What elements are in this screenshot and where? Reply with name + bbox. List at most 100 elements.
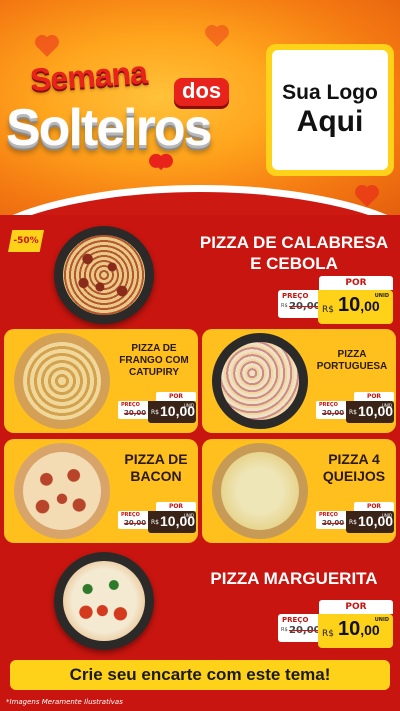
card-title: PIZZA PORTUGUESA (312, 349, 392, 373)
pizza-portuguesa-image (212, 333, 308, 429)
price-integer: 10 (338, 294, 361, 316)
price-preco-label: PREÇO (121, 512, 140, 518)
logo-inner: Sua Logo Aqui (272, 50, 388, 170)
new-price-box: R$ 10,00 UNID (346, 511, 394, 533)
price-currency: R$ (322, 629, 334, 639)
logo-text-line1: Sua Logo (282, 81, 378, 104)
price-por-label: POR (319, 600, 393, 614)
price-tag-calabresa: POR PREÇO R$ 20,00 R$ 10,00 UNID (278, 276, 393, 324)
product-card-bacon[interactable]: PIZZA DE BACON POR PREÇO 20,00 R$ 10,00 … (4, 439, 198, 543)
featured-title-calabresa: PIZZA DE CALABRESA E CEBOLA (196, 232, 392, 274)
pizza-surface (22, 341, 102, 421)
old-price-value: 20,00 (322, 409, 345, 417)
price-por-label: POR (319, 276, 393, 290)
old-price-box: PREÇO R$ 20,00 (278, 614, 321, 642)
price-tag: POR PREÇO 20,00 R$ 10,00 UNID (316, 502, 394, 534)
price-value: 10,00 (338, 618, 380, 641)
price-unit: UNID (381, 513, 392, 518)
old-price-box: PREÇO 20,00 (118, 401, 148, 419)
new-price-box: R$ 10,00 UNID (148, 511, 196, 533)
product-card-portuguesa[interactable]: PIZZA PORTUGUESA POR PREÇO 20,00 R$ 10,0… (202, 329, 396, 433)
pizza-frango-image (14, 333, 110, 429)
heart-icon (153, 155, 169, 171)
price-integer: 10 (338, 618, 361, 640)
price-currency: R$ (349, 409, 357, 416)
price-currency: R$ (151, 519, 159, 526)
price-preco-label: PREÇO (319, 512, 338, 518)
pizza-surface (63, 560, 145, 642)
price-unit: UNID (381, 403, 392, 408)
card-title: PIZZA DE FRANGO COM CATUPIRY (114, 343, 194, 379)
new-price-box: R$ 10,00 UNID (346, 401, 394, 423)
price-preco-label: PREÇO (319, 402, 338, 408)
disclaimer-footnote: *Imagens Meramente Ilustrativas (6, 698, 123, 706)
old-price-value: 20,00 (124, 519, 147, 527)
price-unit: UNID (183, 403, 194, 408)
cta-banner[interactable]: Crie seu encarte com este tema! (10, 660, 390, 690)
price-unit: UNID (183, 513, 194, 518)
price-tag: POR PREÇO 20,00 R$ 10,00 UNID (316, 392, 394, 424)
price-decimal: ,00 (360, 622, 380, 638)
pizza-surface (220, 451, 300, 531)
featured-title-line2: E CEBOLA (250, 254, 338, 273)
pizza-marguerita-image (54, 552, 154, 650)
pizza-bacon-image (14, 443, 110, 539)
pizza-4-queijos-image (212, 443, 308, 539)
product-card-4-queijos[interactable]: PIZZA 4 QUEIJOS POR PREÇO 20,00 R$ 10,00… (202, 439, 396, 543)
heart-icon (37, 37, 57, 57)
price-preco-label: PREÇO (282, 616, 309, 624)
card-title-line: PIZZA DE (131, 343, 177, 354)
pizza-surface (220, 341, 300, 421)
price-currency: R$ (349, 519, 357, 526)
card-title-line: PIZZA (337, 349, 367, 360)
price-preco-label: PREÇO (282, 292, 309, 300)
product-card-frango[interactable]: PIZZA DE FRANGO COM CATUPIRY POR PREÇO 2… (4, 329, 198, 433)
price-unit: UNID (374, 617, 389, 623)
pizza-surface (22, 451, 102, 531)
card-title-line: PIZZA DE (124, 451, 188, 467)
campaign-title: Semana dos Solteiros (6, 54, 262, 171)
price-currency: R$ (322, 305, 334, 315)
pizza-calabresa-image (54, 226, 154, 324)
title-semana: Semana (28, 53, 148, 99)
logo-text-line2: Aqui (296, 105, 364, 138)
price-tag-marguerita: POR PREÇO R$ 20,00 R$ 10,00 UNID (278, 600, 393, 648)
title-solteiros: Solteiros (6, 99, 212, 157)
old-price-value: 20,00 (289, 301, 321, 312)
price-unit: UNID (374, 293, 389, 299)
price-tag: POR PREÇO 20,00 R$ 10,00 UNID (118, 502, 196, 534)
new-price-box: R$ 10,00 UNID (318, 614, 393, 648)
price-currency: R$ (151, 409, 159, 416)
old-price-value: 20,00 (124, 409, 147, 417)
discount-badge: -50% (8, 230, 44, 252)
card-title-line: PORTUGUESA (316, 361, 388, 372)
card-title-line: QUEIJOS (322, 468, 386, 484)
heart-icon (207, 27, 227, 47)
pizza-surface (63, 234, 145, 316)
card-title-line: CATUPIRY (129, 367, 179, 378)
price-por-label: POR (354, 392, 394, 401)
price-preco-label: PREÇO (121, 402, 140, 408)
card-title-line: PIZZA 4 (328, 451, 380, 467)
card-title-line: BACON (130, 468, 182, 484)
old-price-currency: R$ (281, 303, 288, 309)
price-por-label: POR (156, 392, 196, 401)
old-price-box: PREÇO 20,00 (118, 511, 148, 529)
card-title: PIZZA DE BACON (116, 451, 196, 485)
heart-icon (357, 187, 377, 207)
new-price-box: R$ 10,00 UNID (148, 401, 196, 423)
price-por-label: POR (354, 502, 394, 511)
card-title: PIZZA 4 QUEIJOS (314, 451, 394, 485)
old-price-box: PREÇO 20,00 (316, 511, 346, 529)
logo-placeholder[interactable]: Sua Logo Aqui (266, 44, 394, 176)
price-tag: POR PREÇO 20,00 R$ 10,00 UNID (118, 392, 196, 424)
featured-title-marguerita: PIZZA MARGUERITA (196, 568, 392, 589)
old-price-value: 20,00 (322, 519, 345, 527)
new-price-box: R$ 10,00 UNID (318, 290, 393, 324)
featured-title-line1: PIZZA MARGUERITA (210, 569, 378, 588)
old-price-currency: R$ (281, 627, 288, 633)
card-title-line: FRANGO COM (119, 355, 189, 366)
price-decimal: ,00 (360, 298, 380, 314)
header-banner: Semana dos Solteiros Sua Logo Aqui (0, 0, 400, 215)
old-price-value: 20,00 (289, 625, 321, 636)
